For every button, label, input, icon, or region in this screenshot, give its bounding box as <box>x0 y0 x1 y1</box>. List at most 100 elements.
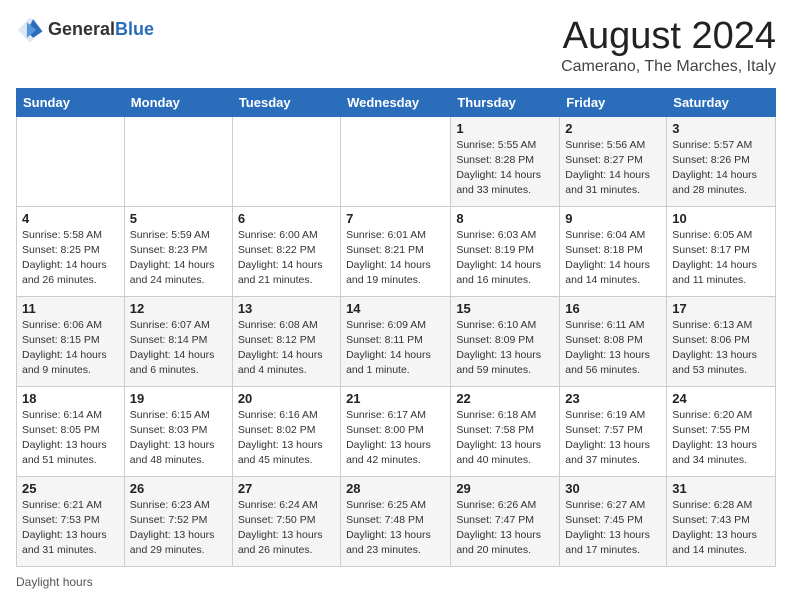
logo-general-text: General <box>48 19 115 39</box>
day-number: 26 <box>130 481 227 496</box>
day-info: Sunrise: 6:20 AM Sunset: 7:55 PM Dayligh… <box>672 408 770 469</box>
day-info: Sunrise: 6:16 AM Sunset: 8:02 PM Dayligh… <box>238 408 335 469</box>
calendar-week-row: 1 Sunrise: 5:55 AM Sunset: 8:28 PM Daylig… <box>17 116 776 206</box>
title-area: August 2024 Camerano, The Marches, Italy <box>561 16 776 76</box>
calendar-cell: 13Sunrise: 6:08 AM Sunset: 8:12 PM Dayli… <box>232 296 340 386</box>
day-number: 17 <box>672 301 770 316</box>
day-number: 6 <box>238 211 335 226</box>
day-info: Sunrise: 6:23 AM Sunset: 7:52 PM Dayligh… <box>130 498 227 559</box>
day-info: Sunrise: 5:55 AM Sunset: 8:28 PM Dayligh… <box>456 138 554 199</box>
day-number: 9 <box>565 211 661 226</box>
day-number: 5 <box>130 211 227 226</box>
calendar-cell: 14 Sunrise: 6:09 AM Sunset: 8:11 PM Dayli… <box>341 296 451 386</box>
month-year-title: August 2024 <box>561 16 776 58</box>
calendar-cell: 17 Sunrise: 6:13 AM Sunset: 8:06 PM Dayli… <box>667 296 776 386</box>
calendar-week-row: 4 Sunrise: 5:58 AM Sunset: 8:25 PM Daylig… <box>17 206 776 296</box>
logo: GeneralBlue <box>16 16 154 44</box>
day-info: Sunrise: 5:56 AM Sunset: 8:27 PM Dayligh… <box>565 138 661 199</box>
calendar-cell <box>341 116 451 206</box>
calendar-cell: 27Sunrise: 6:24 AM Sunset: 7:50 PM Dayli… <box>232 476 340 566</box>
calendar-cell: 2 Sunrise: 5:56 AM Sunset: 8:27 PM Daylig… <box>560 116 667 206</box>
calendar-cell: 24 Sunrise: 6:20 AM Sunset: 7:55 PM Dayli… <box>667 386 776 476</box>
day-info: Sunrise: 5:59 AM Sunset: 8:23 PM Dayligh… <box>130 228 227 289</box>
weekday-header-saturday: Saturday <box>667 88 776 116</box>
day-info: Sunrise: 5:57 AM Sunset: 8:26 PM Dayligh… <box>672 138 770 199</box>
calendar-cell <box>232 116 340 206</box>
day-number: 1 <box>456 121 554 136</box>
weekday-header-friday: Friday <box>560 88 667 116</box>
day-number: 25 <box>22 481 119 496</box>
calendar-cell: 1 Sunrise: 5:55 AM Sunset: 8:28 PM Daylig… <box>451 116 560 206</box>
calendar-cell: 15 Sunrise: 6:10 AM Sunset: 8:09 PM Dayli… <box>451 296 560 386</box>
calendar-cell: 30 Sunrise: 6:27 AM Sunset: 7:45 PM Dayli… <box>560 476 667 566</box>
calendar-cell: 10 Sunrise: 6:05 AM Sunset: 8:17 PM Dayli… <box>667 206 776 296</box>
calendar-cell: 6 Sunrise: 6:00 AM Sunset: 8:22 PM Daylig… <box>232 206 340 296</box>
weekday-header-tuesday: Tuesday <box>232 88 340 116</box>
day-number: 21 <box>346 391 445 406</box>
day-number: 3 <box>672 121 770 136</box>
day-info: Sunrise: 6:07 AM Sunset: 8:14 PM Dayligh… <box>130 318 227 379</box>
day-info: Sunrise: 6:09 AM Sunset: 8:11 PM Dayligh… <box>346 318 445 379</box>
day-info: Sunrise: 6:21 AM Sunset: 7:53 PM Dayligh… <box>22 498 119 559</box>
day-number: 14 <box>346 301 445 316</box>
calendar-cell: 26 Sunrise: 6:23 AM Sunset: 7:52 PM Dayli… <box>124 476 232 566</box>
day-number: 22 <box>456 391 554 406</box>
day-number: 13 <box>238 301 335 316</box>
day-number: 30 <box>565 481 661 496</box>
day-number: 31 <box>672 481 770 496</box>
calendar-cell: 7Sunrise: 6:01 AM Sunset: 8:21 PM Daylig… <box>341 206 451 296</box>
day-info: Sunrise: 6:18 AM Sunset: 7:58 PM Dayligh… <box>456 408 554 469</box>
day-info: Sunrise: 6:14 AM Sunset: 8:05 PM Dayligh… <box>22 408 119 469</box>
day-number: 4 <box>22 211 119 226</box>
footer-note: Daylight hours <box>16 575 776 589</box>
day-info: Sunrise: 6:26 AM Sunset: 7:47 PM Dayligh… <box>456 498 554 559</box>
weekday-header-monday: Monday <box>124 88 232 116</box>
day-number: 10 <box>672 211 770 226</box>
day-info: Sunrise: 6:15 AM Sunset: 8:03 PM Dayligh… <box>130 408 227 469</box>
calendar-cell: 29Sunrise: 6:26 AM Sunset: 7:47 PM Dayli… <box>451 476 560 566</box>
calendar-cell: 19 Sunrise: 6:15 AM Sunset: 8:03 PM Dayli… <box>124 386 232 476</box>
calendar-cell: 18 Sunrise: 6:14 AM Sunset: 8:05 PM Dayli… <box>17 386 125 476</box>
day-info: Sunrise: 6:13 AM Sunset: 8:06 PM Dayligh… <box>672 318 770 379</box>
calendar-cell: 28 Sunrise: 6:25 AM Sunset: 7:48 PM Dayli… <box>341 476 451 566</box>
logo-icon <box>16 16 44 44</box>
day-number: 8 <box>456 211 554 226</box>
calendar-table: SundayMondayTuesdayWednesdayThursdayFrid… <box>16 88 776 567</box>
day-number: 27 <box>238 481 335 496</box>
calendar-cell <box>124 116 232 206</box>
day-info: Sunrise: 6:11 AM Sunset: 8:08 PM Dayligh… <box>565 318 661 379</box>
day-number: 15 <box>456 301 554 316</box>
calendar-cell: 23Sunrise: 6:19 AM Sunset: 7:57 PM Dayli… <box>560 386 667 476</box>
day-number: 19 <box>130 391 227 406</box>
day-info: Sunrise: 6:05 AM Sunset: 8:17 PM Dayligh… <box>672 228 770 289</box>
weekday-header-wednesday: Wednesday <box>341 88 451 116</box>
calendar-week-row: 18 Sunrise: 6:14 AM Sunset: 8:05 PM Dayli… <box>17 386 776 476</box>
calendar-cell: 4 Sunrise: 5:58 AM Sunset: 8:25 PM Daylig… <box>17 206 125 296</box>
day-number: 16 <box>565 301 661 316</box>
day-number: 18 <box>22 391 119 406</box>
day-info: Sunrise: 6:10 AM Sunset: 8:09 PM Dayligh… <box>456 318 554 379</box>
calendar-week-row: 25 Sunrise: 6:21 AM Sunset: 7:53 PM Dayli… <box>17 476 776 566</box>
day-number: 28 <box>346 481 445 496</box>
day-info: Sunrise: 5:58 AM Sunset: 8:25 PM Dayligh… <box>22 228 119 289</box>
day-info: Sunrise: 6:03 AM Sunset: 8:19 PM Dayligh… <box>456 228 554 289</box>
calendar-cell <box>17 116 125 206</box>
day-info: Sunrise: 6:04 AM Sunset: 8:18 PM Dayligh… <box>565 228 661 289</box>
day-number: 11 <box>22 301 119 316</box>
day-number: 7 <box>346 211 445 226</box>
calendar-cell: 16 Sunrise: 6:11 AM Sunset: 8:08 PM Dayli… <box>560 296 667 386</box>
day-number: 24 <box>672 391 770 406</box>
day-number: 12 <box>130 301 227 316</box>
calendar-cell: 21Sunrise: 6:17 AM Sunset: 8:00 PM Dayli… <box>341 386 451 476</box>
calendar-cell: 3 Sunrise: 5:57 AM Sunset: 8:26 PM Daylig… <box>667 116 776 206</box>
calendar-cell: 11 Sunrise: 6:06 AM Sunset: 8:15 PM Dayli… <box>17 296 125 386</box>
day-number: 23 <box>565 391 661 406</box>
day-number: 20 <box>238 391 335 406</box>
day-info: Sunrise: 6:27 AM Sunset: 7:45 PM Dayligh… <box>565 498 661 559</box>
day-number: 2 <box>565 121 661 136</box>
day-info: Sunrise: 6:28 AM Sunset: 7:43 PM Dayligh… <box>672 498 770 559</box>
day-info: Sunrise: 6:06 AM Sunset: 8:15 PM Dayligh… <box>22 318 119 379</box>
day-info: Sunrise: 6:00 AM Sunset: 8:22 PM Dayligh… <box>238 228 335 289</box>
calendar-cell: 20 Sunrise: 6:16 AM Sunset: 8:02 PM Dayli… <box>232 386 340 476</box>
day-info: Sunrise: 6:25 AM Sunset: 7:48 PM Dayligh… <box>346 498 445 559</box>
